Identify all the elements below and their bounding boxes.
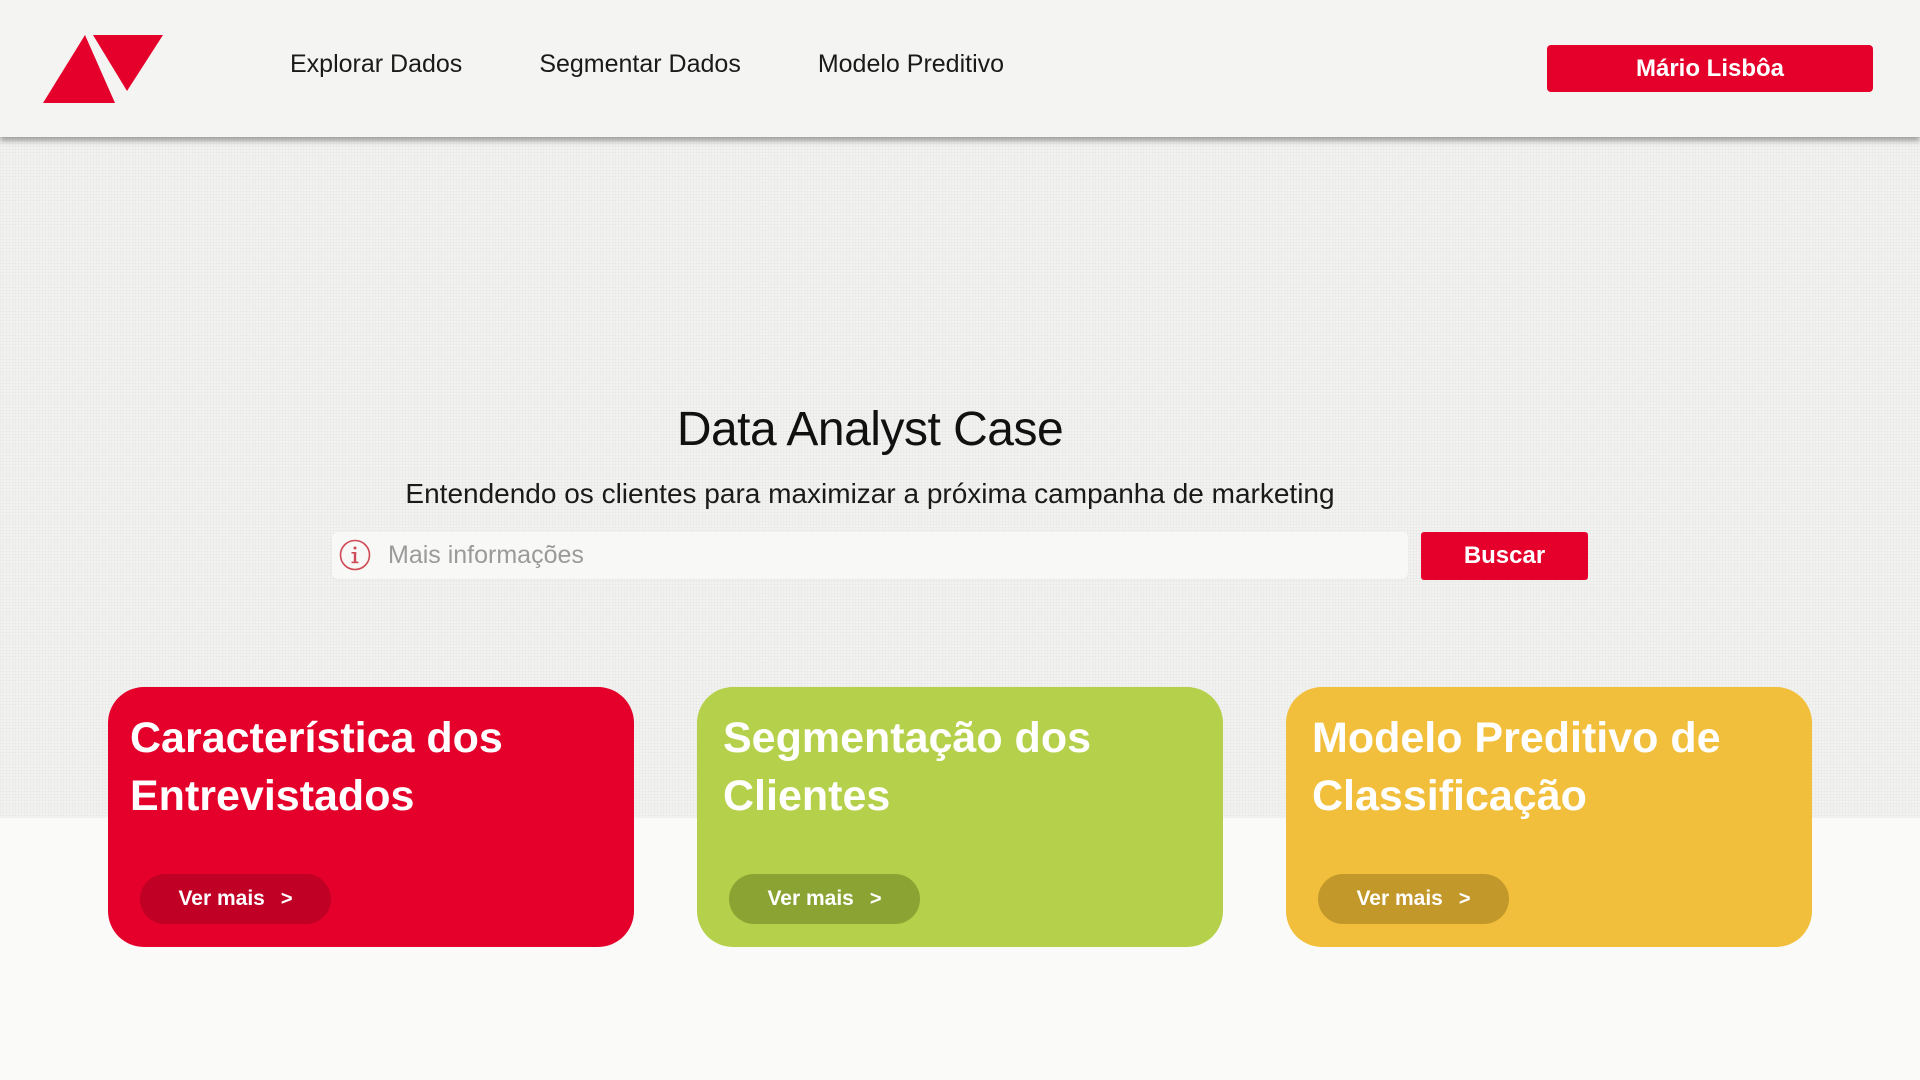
page-subtitle: Entendendo os clientes para maximizar a … (405, 478, 1335, 509)
chevron-right-icon: > (280, 887, 293, 910)
ver-mais-label: Ver mais (178, 887, 265, 910)
ver-mais-button[interactable]: Ver mais > (140, 874, 331, 924)
card-title: Característica dos Entrevistados (130, 714, 503, 820)
chevron-right-icon: > (1458, 887, 1471, 910)
ver-mais-label: Ver mais (767, 887, 854, 910)
ver-mais-button[interactable]: Ver mais > (729, 874, 920, 924)
nav-explorar-dados[interactable]: Explorar Dados (290, 50, 462, 79)
card-segmentacao-clientes: Segmentação dos Clientes Ver mais > (697, 687, 1223, 947)
nav-segmentar-dados[interactable]: Segmentar Dados (539, 50, 741, 79)
triangle-logo-icon[interactable] (43, 33, 163, 103)
card-caracteristica-entrevistados: Característica dos Entrevistados Ver mai… (108, 687, 634, 947)
search-bar (332, 532, 1408, 579)
top-navbar: Explorar Dados Segmentar Dados Modelo Pr… (0, 0, 1920, 137)
ver-mais-button[interactable]: Ver mais > (1318, 874, 1509, 924)
card-modelo-preditivo: Modelo Preditivo de Classificação Ver ma… (1286, 687, 1812, 947)
main-nav: Explorar Dados Segmentar Dados Modelo Pr… (290, 50, 1004, 79)
ver-mais-label: Ver mais (1356, 887, 1443, 910)
user-profile-button[interactable]: Mário Lisbôa (1547, 45, 1873, 92)
card-title: Modelo Preditivo de Classificação (1312, 714, 1721, 820)
card-title: Segmentação dos Clientes (723, 714, 1091, 820)
nav-modelo-preditivo[interactable]: Modelo Preditivo (818, 50, 1004, 79)
info-icon (339, 539, 371, 571)
search-button[interactable]: Buscar (1421, 532, 1588, 580)
chevron-right-icon: > (869, 887, 882, 910)
page-title: Data Analyst Case (676, 403, 1064, 456)
search-input[interactable] (384, 532, 1388, 579)
